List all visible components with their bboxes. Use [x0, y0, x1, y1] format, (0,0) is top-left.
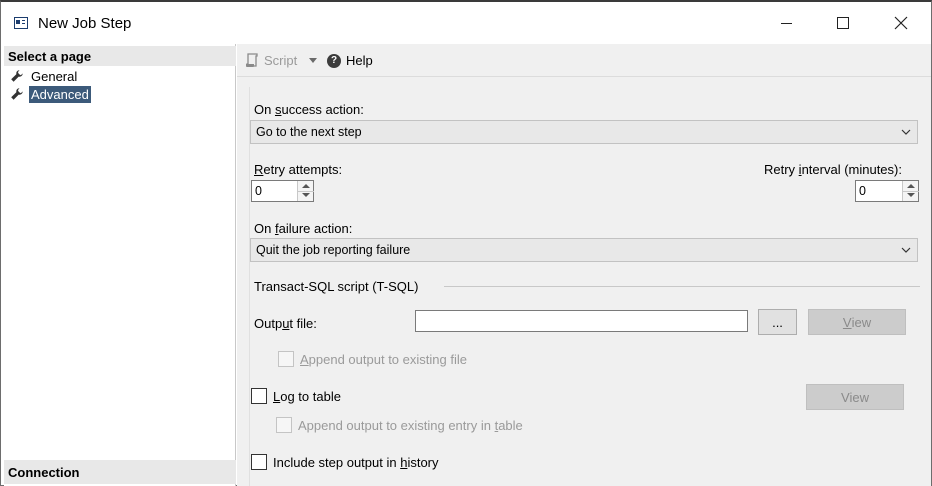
view-output-button[interactable]: View — [808, 309, 906, 335]
include-history-checkbox[interactable] — [251, 454, 267, 470]
retry-interval-stepper[interactable]: 0 — [855, 180, 919, 202]
script-dropdown-icon[interactable] — [309, 58, 317, 63]
maximize-icon — [837, 17, 849, 29]
append-output-checkbox[interactable] — [278, 351, 294, 367]
help-button[interactable]: ? Help — [327, 53, 373, 68]
on-success-label: On success action: — [254, 102, 364, 117]
on-success-value: Go to the next step — [256, 125, 362, 139]
close-button[interactable] — [872, 2, 930, 44]
on-failure-dropdown[interactable]: Quit the job reporting failure — [250, 238, 918, 262]
connection-header: Connection — [4, 460, 236, 484]
sidebar-item-advanced[interactable]: Advanced — [10, 85, 91, 103]
script-icon — [246, 53, 258, 67]
sidebar-item-label: Advanced — [29, 85, 91, 103]
select-page-header: Select a page — [4, 46, 236, 66]
sidebar-item-label: General — [31, 68, 78, 84]
browse-button[interactable]: ... — [758, 309, 797, 335]
script-label: Script — [264, 53, 298, 68]
help-icon: ? — [327, 53, 341, 68]
toolbar: Script ? Help — [237, 44, 931, 77]
retry-attempts-stepper[interactable]: 0 — [251, 180, 314, 202]
stepper-arrows[interactable] — [902, 181, 919, 201]
main-panel: Script ? Help On success action: Go to t… — [237, 44, 931, 486]
window-icon — [14, 17, 28, 29]
output-file-input[interactable] — [415, 310, 748, 332]
log-to-table-checkbox[interactable] — [251, 388, 267, 404]
advanced-form: On success action: Go to the next step R… — [249, 87, 929, 486]
section-divider — [444, 286, 920, 287]
minimize-button[interactable] — [757, 2, 815, 44]
output-file-label: Output file: — [254, 316, 317, 331]
close-icon — [894, 16, 908, 30]
append-entry-checkbox[interactable] — [276, 417, 292, 433]
stepper-arrows[interactable] — [297, 181, 314, 201]
retry-interval-value: 0 — [859, 184, 866, 198]
title-bar: New Job Step — [1, 2, 931, 44]
wrench-icon — [11, 70, 23, 82]
on-success-dropdown[interactable]: Go to the next step — [250, 120, 918, 144]
script-button[interactable]: Script — [245, 53, 297, 68]
minimize-icon — [780, 22, 792, 24]
view-table-button[interactable]: View — [806, 384, 904, 410]
sidebar-item-general[interactable]: General — [10, 67, 79, 85]
on-failure-label: On failure action: — [254, 221, 353, 236]
retry-attempts-value: 0 — [255, 184, 262, 198]
wrench-icon — [11, 88, 23, 100]
append-output-label: Append output to existing file — [300, 352, 467, 367]
retry-attempts-label: Retry attempts: — [254, 162, 343, 177]
help-label: Help — [346, 53, 373, 68]
append-entry-label: Append output to existing entry in table — [298, 418, 523, 433]
maximize-button[interactable] — [814, 2, 872, 44]
log-to-table-label: Log to table — [273, 389, 341, 404]
retry-interval-label: Retry interval (minutes): — [764, 162, 902, 177]
tsql-section-label: Transact-SQL script (T-SQL) — [254, 279, 419, 294]
on-failure-value: Quit the job reporting failure — [256, 243, 411, 257]
chevron-down-icon — [901, 247, 911, 253]
chevron-down-icon — [901, 129, 911, 135]
include-history-label: Include step output in history — [273, 455, 439, 470]
job-step-window: New Job Step Select a page General Advan… — [0, 0, 932, 486]
page-selector-pane: Select a page General Advanced Connectio… — [4, 44, 236, 486]
window-title: New Job Step — [38, 15, 132, 32]
